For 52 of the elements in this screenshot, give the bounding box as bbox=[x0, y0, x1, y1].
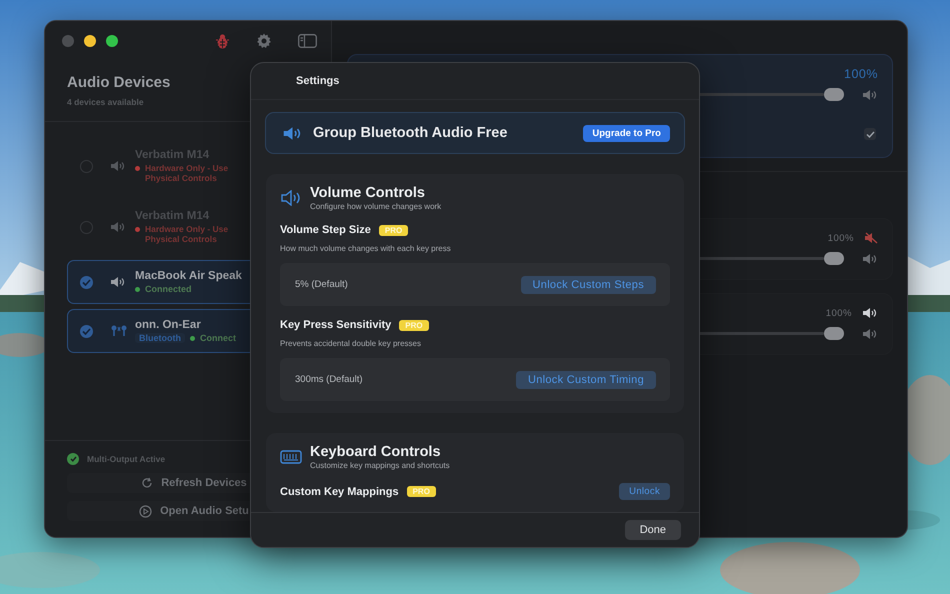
device-count: 4 devices available bbox=[67, 97, 145, 107]
sidebar-icon[interactable] bbox=[298, 34, 317, 48]
settings-icon[interactable] bbox=[256, 33, 272, 49]
device-name: MacBook Air Speak bbox=[135, 270, 242, 282]
play-circle-icon bbox=[139, 504, 152, 518]
section-title: Keyboard Controls bbox=[310, 444, 442, 460]
speaker-icon bbox=[862, 88, 878, 100]
device-status: Hardware Only - Use Physical Controls bbox=[145, 162, 228, 184]
speaker-icon bbox=[862, 328, 878, 340]
mute-icon[interactable] bbox=[864, 232, 878, 244]
volume-reading: 100% bbox=[826, 308, 852, 318]
device-name: onn. On-Ear bbox=[135, 318, 202, 331]
unlock-button[interactable]: Unlock bbox=[619, 483, 670, 500]
checked-circle-icon[interactable] bbox=[80, 276, 93, 288]
pro-badge: PRO bbox=[406, 486, 436, 497]
slider-thumb[interactable] bbox=[824, 88, 844, 101]
minimize-button[interactable] bbox=[84, 35, 96, 47]
upgrade-button[interactable]: Upgrade to Pro bbox=[583, 124, 670, 142]
setting-label: Volume Step Size bbox=[280, 224, 371, 236]
volume-reading: 100% bbox=[828, 232, 854, 244]
multi-output-status: Multi-Output Active bbox=[87, 454, 166, 464]
checked-circle-icon[interactable] bbox=[80, 324, 93, 338]
refresh-icon bbox=[141, 477, 154, 489]
done-button[interactable]: Done bbox=[624, 520, 681, 540]
unlock-button[interactable]: Unlock Custom Steps bbox=[520, 276, 656, 294]
sheet-title: Settings bbox=[296, 75, 340, 87]
section-subtitle: Configure how volume changes work bbox=[310, 202, 442, 211]
connection-tag: Bluetooth bbox=[135, 332, 185, 343]
device-status: Hardware Only - Use Physical Controls bbox=[145, 224, 228, 244]
setting-description: How much volume changes with each key press bbox=[280, 244, 452, 253]
device-status: Connect bbox=[200, 332, 236, 344]
speaker-icon bbox=[862, 252, 878, 264]
speaker-icon[interactable] bbox=[862, 307, 878, 319]
keyboard-icon bbox=[280, 450, 302, 464]
banner-title: Group Bluetooth Audio Free bbox=[313, 125, 508, 141]
zoom-button[interactable] bbox=[106, 35, 118, 47]
checkbox[interactable] bbox=[864, 128, 876, 140]
current-value: 300ms (Default) bbox=[295, 374, 363, 385]
pro-badge: PRO bbox=[378, 224, 408, 236]
speaker-icon bbox=[280, 190, 302, 206]
section-subtitle: Customize key mappings and shortcuts bbox=[310, 461, 450, 470]
pro-badge: PRO bbox=[399, 320, 429, 330]
speaker-icon bbox=[282, 126, 303, 140]
check-circle-icon bbox=[67, 453, 79, 465]
unlock-button[interactable]: Unlock Custom Timing bbox=[516, 370, 656, 388]
slider-thumb[interactable] bbox=[824, 252, 844, 265]
section-title: Volume Controls bbox=[310, 185, 426, 201]
close-button[interactable] bbox=[62, 35, 74, 47]
bug-icon[interactable] bbox=[215, 33, 230, 49]
device-status: Connected bbox=[145, 284, 192, 294]
slider-thumb[interactable] bbox=[824, 327, 844, 340]
volume-reading: 100% bbox=[844, 67, 878, 81]
